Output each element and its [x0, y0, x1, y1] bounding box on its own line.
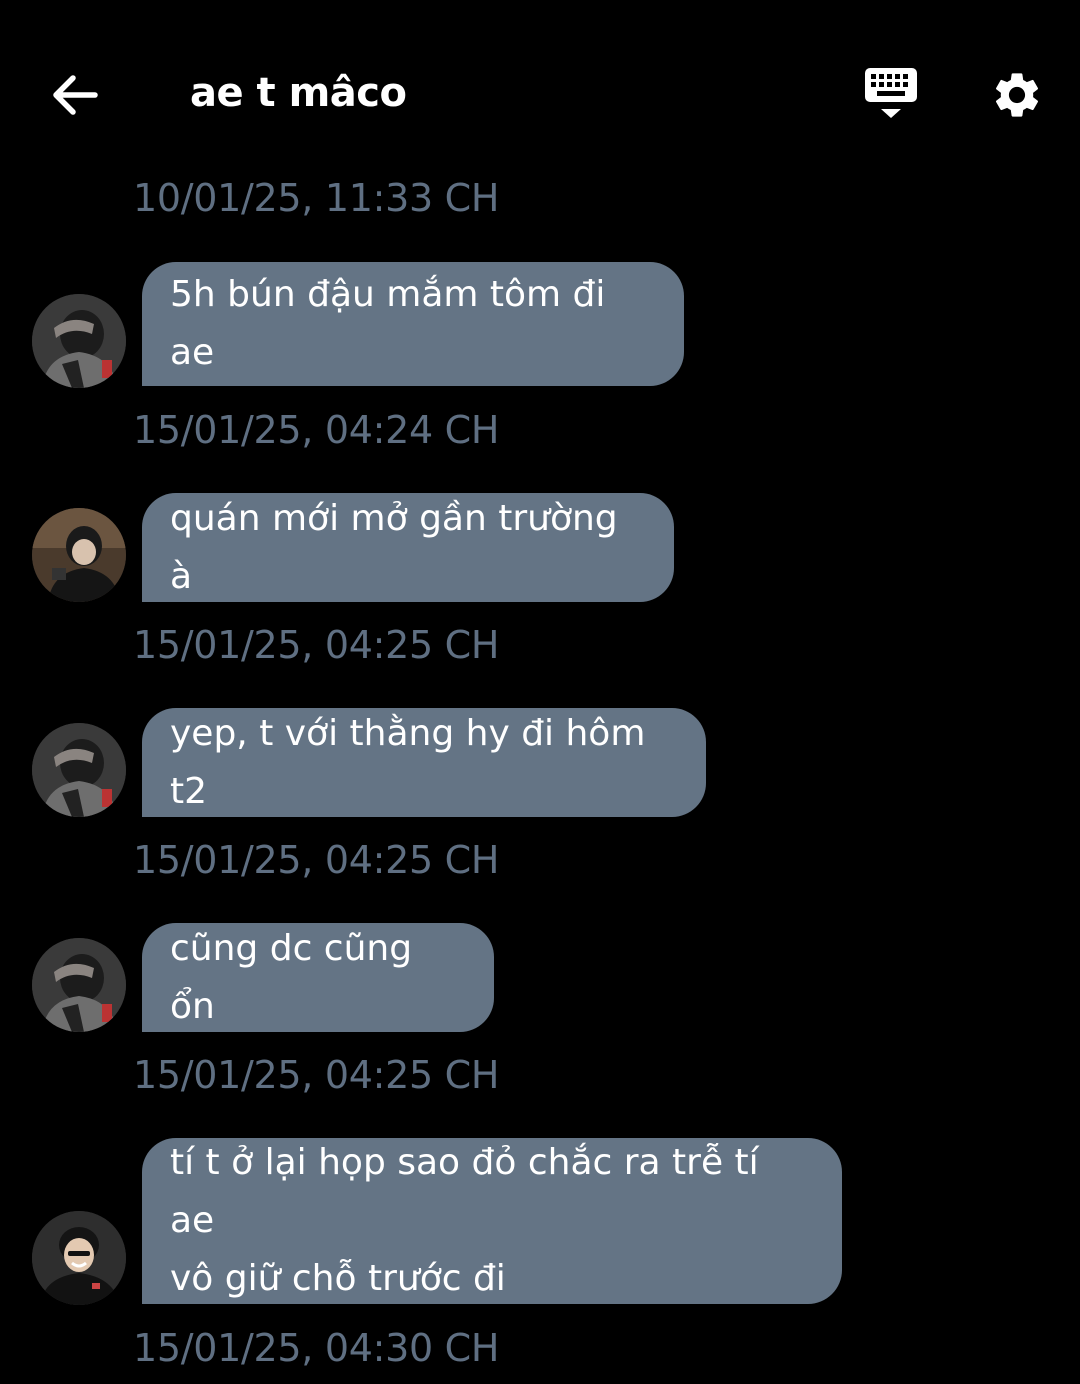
- chat-header: ae t mâco: [0, 0, 1080, 160]
- message-text: quán mới mở gần trường à: [170, 497, 618, 597]
- avatar[interactable]: [32, 294, 126, 388]
- message-bubble[interactable]: cũng dc cũng ổn: [142, 923, 494, 1032]
- message-text: 5h bún đậu mắm tôm đi ae: [170, 274, 606, 373]
- message-timestamp: 15/01/25, 04:30 CH: [133, 1326, 500, 1370]
- message-bubble[interactable]: 5h bún đậu mắm tôm đi ae: [142, 262, 684, 386]
- gear-icon: [995, 73, 1039, 117]
- chat-title: ae t mâco: [190, 70, 407, 116]
- message-timestamp: 15/01/25, 04:25 CH: [133, 838, 500, 882]
- message-text: cũng dc cũng ổn: [170, 927, 413, 1027]
- back-button[interactable]: [40, 60, 110, 130]
- keyboard-button[interactable]: [858, 62, 924, 128]
- message-timestamp: 15/01/25, 04:25 CH: [133, 1053, 500, 1097]
- avatar[interactable]: [32, 938, 126, 1032]
- message-text: tí t ở lại họp sao đỏ chắc ra trễ tí ae …: [170, 1142, 759, 1299]
- avatar[interactable]: [32, 723, 126, 817]
- message-timestamp: 10/01/25, 11:33 CH: [133, 176, 500, 220]
- avatar[interactable]: [32, 508, 126, 602]
- message-bubble[interactable]: tí t ở lại họp sao đỏ chắc ra trễ tí ae …: [142, 1138, 842, 1304]
- avatar[interactable]: [32, 1211, 126, 1305]
- arrow-left-icon: [53, 75, 98, 115]
- message-bubble[interactable]: yep, t với thằng hy đi hôm t2: [142, 708, 706, 817]
- message-bubble[interactable]: quán mới mở gần trường à: [142, 493, 674, 602]
- message-text: yep, t với thằng hy đi hôm t2: [170, 712, 646, 812]
- message-timestamp: 15/01/25, 04:24 CH: [133, 408, 500, 452]
- keyboard-icon: [865, 68, 917, 118]
- settings-button[interactable]: [984, 62, 1050, 128]
- message-timestamp: 15/01/25, 04:25 CH: [133, 623, 500, 667]
